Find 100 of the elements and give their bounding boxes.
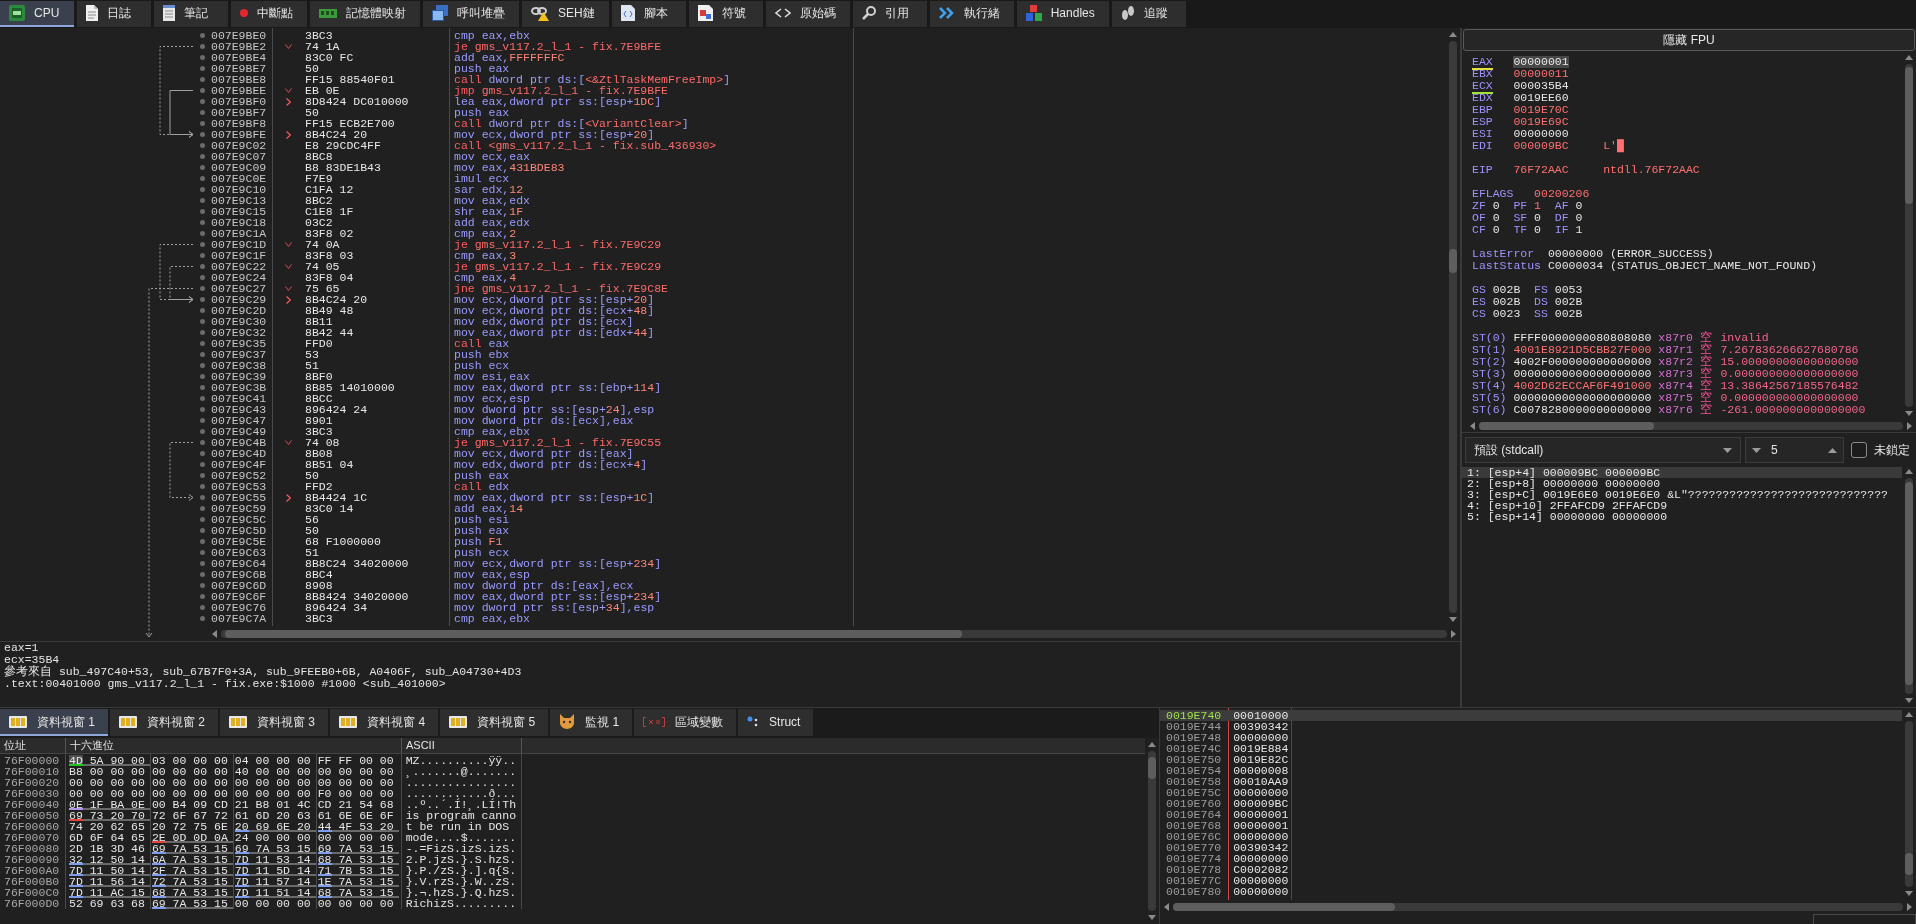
stack-row[interactable]: 0019E770 00390342 (1160, 842, 1902, 853)
main-tab[interactable]: SEH鏈 (522, 1, 609, 27)
scrollbar-thumb[interactable] (1449, 249, 1457, 273)
stack-row[interactable]: 0019E758 00010AA9 (1160, 776, 1902, 787)
stack-row[interactable]: 0019E74C 0019E884 (1160, 743, 1902, 754)
dump-tab[interactable]: 區域變數 (634, 709, 737, 736)
stack-row[interactable]: 0019E76C 00000000 (1160, 831, 1902, 842)
scroll-down-icon[interactable] (1449, 617, 1457, 622)
register-value[interactable]: 0 (1575, 211, 1583, 224)
register-value[interactable]: 4001E8921D5CBB27F000 (1513, 343, 1652, 356)
column-header[interactable]: ASCII (401, 738, 521, 753)
scrollbar-thumb[interactable] (1148, 757, 1156, 779)
stack-row[interactable]: 0019E774 00000000 (1160, 853, 1902, 864)
argument-row[interactable]: 4: [esp+10] 2FFAFCD9 2FFAFCD9 (1462, 500, 1902, 511)
scrollbar-track[interactable] (1173, 902, 1903, 911)
main-tab[interactable]: 筆記 (154, 1, 228, 27)
main-tab[interactable]: 追蹤 (1111, 1, 1186, 27)
checkbox[interactable] (1851, 442, 1867, 458)
stack-row[interactable]: 0019E77C 00000000 (1160, 875, 1902, 886)
stack-row[interactable]: 0019E764 00000001 (1160, 809, 1902, 820)
register-value[interactable]: 00000001 (1513, 56, 1569, 68)
register-value[interactable]: 0 (1492, 199, 1500, 212)
register-value[interactable]: 00000000000000000000 (1513, 367, 1652, 380)
stack-row[interactable]: 0019E744 00390342 (1160, 721, 1902, 732)
dump-tab[interactable]: 資料視窗 4 (330, 709, 439, 736)
dump-tab[interactable]: 資料視窗 3 (220, 709, 329, 736)
register-value[interactable]: 002B (1554, 307, 1583, 320)
scroll-up-icon[interactable] (1148, 742, 1156, 747)
dump-tab[interactable]: 資料視窗 5 (440, 709, 549, 736)
stack-row[interactable]: 0019E754 00000008 (1160, 765, 1902, 776)
caret-down-icon[interactable] (1723, 447, 1732, 453)
scroll-right-icon[interactable] (1907, 422, 1912, 430)
register-value[interactable]: 0023 (1492, 307, 1521, 320)
scroll-up-icon[interactable] (1905, 712, 1913, 717)
stack-row[interactable]: 0019E760 000009BC (1160, 798, 1902, 809)
main-tab[interactable]: CPU (0, 1, 74, 27)
register-value[interactable]: 00200206 (1534, 188, 1590, 200)
stack-row[interactable]: 0019E778 C0002082 (1160, 864, 1902, 875)
stack-row[interactable]: 0019E768 00000001 (1160, 820, 1902, 831)
register-value[interactable]: 002B (1554, 295, 1583, 308)
scroll-up-icon[interactable] (1449, 32, 1457, 37)
register-value[interactable]: C0078280000000000000 (1513, 403, 1652, 416)
main-tab[interactable]: Handles (1016, 1, 1109, 27)
scrollbar-track[interactable] (1148, 751, 1156, 911)
register-value[interactable]: 0 (1534, 211, 1541, 224)
stack-row[interactable]: 0019E780 00000000 (1160, 886, 1902, 897)
main-tab[interactable]: 執行緒 (929, 1, 1014, 27)
main-tab[interactable]: 原始碼 (765, 1, 850, 27)
scroll-down-icon[interactable] (1148, 915, 1156, 920)
argument-row[interactable]: 2: [esp+8] 00000000 00000000 (1462, 478, 1902, 489)
scroll-left-icon[interactable] (1470, 422, 1475, 430)
register-value[interactable]: 4002F000000000000000 (1513, 355, 1652, 368)
main-tab[interactable]: 腳本 (611, 1, 686, 27)
register-value[interactable]: 0 (1492, 211, 1500, 224)
argument-row[interactable]: 3: [esp+C] 0019E6E0 0019E6E0 &L"????????????????????????????? (1462, 489, 1902, 500)
argument-row[interactable]: 1: [esp+4] 000009BC 000009BC (1462, 467, 1902, 478)
main-tab[interactable]: 呼叫堆疊 (423, 1, 519, 27)
stack-row[interactable]: 0019E750 0019E82C (1160, 754, 1902, 765)
register-value[interactable]: 0019EE60 (1513, 92, 1569, 104)
dump-tab[interactable]: Struct (738, 709, 814, 736)
scroll-up-icon[interactable] (1905, 55, 1913, 60)
register-value[interactable]: 000035B4 (1513, 80, 1569, 92)
main-tab[interactable]: 記憶體映射 (310, 1, 420, 27)
scroll-left-icon[interactable] (1164, 902, 1169, 911)
scrollbar-track[interactable] (1905, 64, 1913, 407)
caret-down-icon[interactable] (1752, 447, 1761, 453)
scroll-down-icon[interactable] (1905, 891, 1913, 896)
column-header[interactable]: 位址 (0, 738, 65, 753)
register-value[interactable]: 1 (1534, 199, 1541, 212)
register-value[interactable]: 0 (1492, 223, 1500, 236)
column-header[interactable]: 十六進位 (65, 738, 401, 753)
scrollbar-track[interactable] (221, 629, 1447, 638)
main-tab[interactable]: 引用 (852, 1, 927, 27)
dump-tab[interactable]: 監視 1 (550, 709, 633, 736)
scrollbar-track[interactable] (1905, 721, 1913, 887)
register-value[interactable]: 0019E69C (1513, 116, 1569, 128)
dump-tab[interactable]: 資料視窗 2 (110, 709, 219, 736)
register-value[interactable]: 002B (1492, 283, 1521, 296)
register-value[interactable]: 0053 (1554, 283, 1583, 296)
scroll-up-icon[interactable] (1905, 469, 1913, 474)
scrollbar-thumb[interactable] (225, 629, 962, 638)
register-value[interactable]: 76F72AAC (1513, 164, 1569, 176)
checkbox-label[interactable]: 未鎖定 (1874, 441, 1910, 459)
dump-tab[interactable]: 資料視窗 1 (0, 709, 108, 736)
register-value[interactable]: FFFF0000000080808080 (1513, 331, 1652, 344)
register-value[interactable]: C0000034 (1547, 260, 1604, 272)
scrollbar-thumb[interactable] (1905, 853, 1913, 875)
main-tab[interactable]: 符號 (688, 1, 763, 27)
stack-row[interactable]: 0019E75C 00000000 (1160, 787, 1902, 798)
argument-row[interactable]: 5: [esp+14] 00000000 00000000 (1462, 511, 1902, 522)
scrollbar-track[interactable] (1449, 41, 1457, 613)
scroll-right-icon[interactable] (1451, 629, 1456, 638)
register-value[interactable]: 00000000 (1513, 128, 1569, 140)
main-tab[interactable]: 日誌 (77, 1, 151, 27)
stack-row[interactable]: 0019E740 00010000 (1160, 710, 1902, 721)
stack-row[interactable]: 0019E748 00000000 (1160, 732, 1902, 743)
scroll-left-icon[interactable] (212, 629, 217, 638)
scroll-down-icon[interactable] (1905, 411, 1913, 416)
register-value[interactable]: 1 (1575, 223, 1583, 236)
register-value[interactable]: 000009BC (1513, 140, 1569, 152)
